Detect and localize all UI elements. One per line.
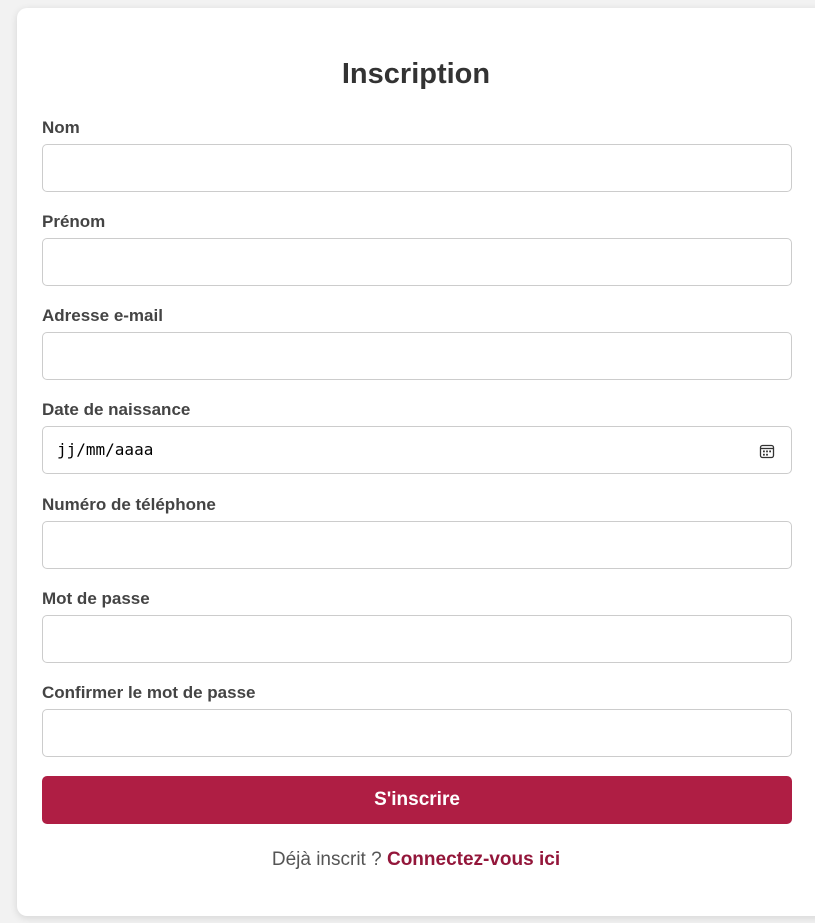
prenom-label: Prénom — [42, 212, 106, 231]
confirm-password-label: Confirmer le mot de passe — [42, 683, 256, 702]
confirm-password-field[interactable] — [42, 709, 792, 757]
prenom-field[interactable] — [42, 238, 792, 286]
login-prompt-text: Déjà inscrit ? — [271, 849, 382, 870]
phone-label: Numéro de téléphone — [42, 495, 216, 514]
signup-button[interactable]: S'inscrire — [42, 776, 792, 824]
password-field[interactable] — [42, 615, 792, 663]
nom-label: Nom — [42, 118, 80, 137]
email-field[interactable] — [42, 332, 792, 380]
birthdate-label: Date de naissance — [42, 400, 191, 419]
calendar-icon[interactable] — [759, 443, 775, 459]
login-link[interactable]: Connectez-vous ici — [387, 849, 560, 870]
birthdate-value: jj/mm/aaaa — [57, 440, 154, 459]
birthdate-field[interactable]: jj/mm/aaaa — [42, 426, 792, 474]
phone-field[interactable] — [42, 521, 792, 569]
email-label: Adresse e-mail — [42, 306, 163, 325]
password-label: Mot de passe — [42, 589, 150, 608]
signup-card: Inscription Nom Prénom Adresse e-mail Da… — [17, 8, 815, 916]
login-prompt: Déjà inscrit ? Connectez-vous ici — [17, 849, 815, 871]
page-title: Inscription — [341, 58, 491, 90]
nom-field[interactable] — [42, 144, 792, 192]
